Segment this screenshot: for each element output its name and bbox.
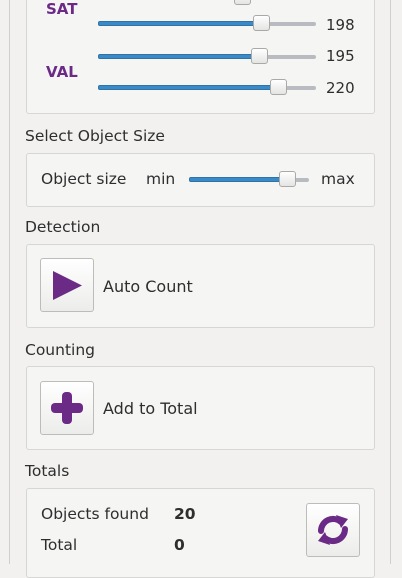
slider-fill [98, 54, 262, 59]
slider-thumb[interactable] [270, 79, 287, 95]
refresh-icon [317, 515, 349, 545]
counting-section-title: Counting [25, 341, 95, 359]
objects-found-value: 20 [174, 505, 196, 523]
slider-fill [189, 177, 287, 182]
slider-thumb[interactable] [279, 171, 296, 187]
sat-lower-slider[interactable] [98, 0, 316, 8]
window-left-edge [0, 0, 10, 564]
total-label: Total [41, 536, 78, 554]
slider-thumb[interactable] [234, 0, 251, 5]
window-right-edge [390, 0, 402, 564]
object-size-section-title: Select Object Size [25, 127, 165, 145]
object-size-min-label: min [146, 170, 176, 188]
val-upper-slider[interactable] [98, 78, 316, 98]
object-size-max-label: max [321, 170, 355, 188]
objects-found-label: Objects found [41, 505, 149, 523]
total-value: 0 [174, 536, 185, 554]
val-lower-slider[interactable] [98, 47, 316, 67]
auto-count-label[interactable]: Auto Count [103, 277, 193, 296]
sat-upper-value: 198 [326, 16, 355, 34]
slider-fill [98, 85, 280, 90]
play-icon [53, 271, 82, 300]
plus-icon [51, 392, 83, 424]
slider-fill [98, 21, 264, 26]
sat-label: SAT [46, 0, 78, 18]
val-label: VAL [46, 63, 78, 81]
slider-thumb[interactable] [253, 15, 270, 31]
sat-upper-slider[interactable] [98, 14, 316, 34]
add-to-total-label[interactable]: Add to Total [103, 399, 198, 418]
val-upper-value: 220 [326, 79, 355, 97]
reset-totals-button[interactable] [306, 503, 360, 557]
detection-section-title: Detection [25, 218, 101, 236]
val-lower-value: 195 [326, 47, 355, 65]
object-size-slider[interactable] [189, 170, 309, 190]
slider-thumb[interactable] [251, 48, 268, 64]
add-to-total-button[interactable] [40, 381, 94, 435]
sat-lower-value: 170 [326, 0, 355, 4]
auto-count-button[interactable] [40, 258, 94, 312]
totals-section-title: Totals [25, 462, 70, 480]
object-size-label: Object size [41, 170, 127, 188]
